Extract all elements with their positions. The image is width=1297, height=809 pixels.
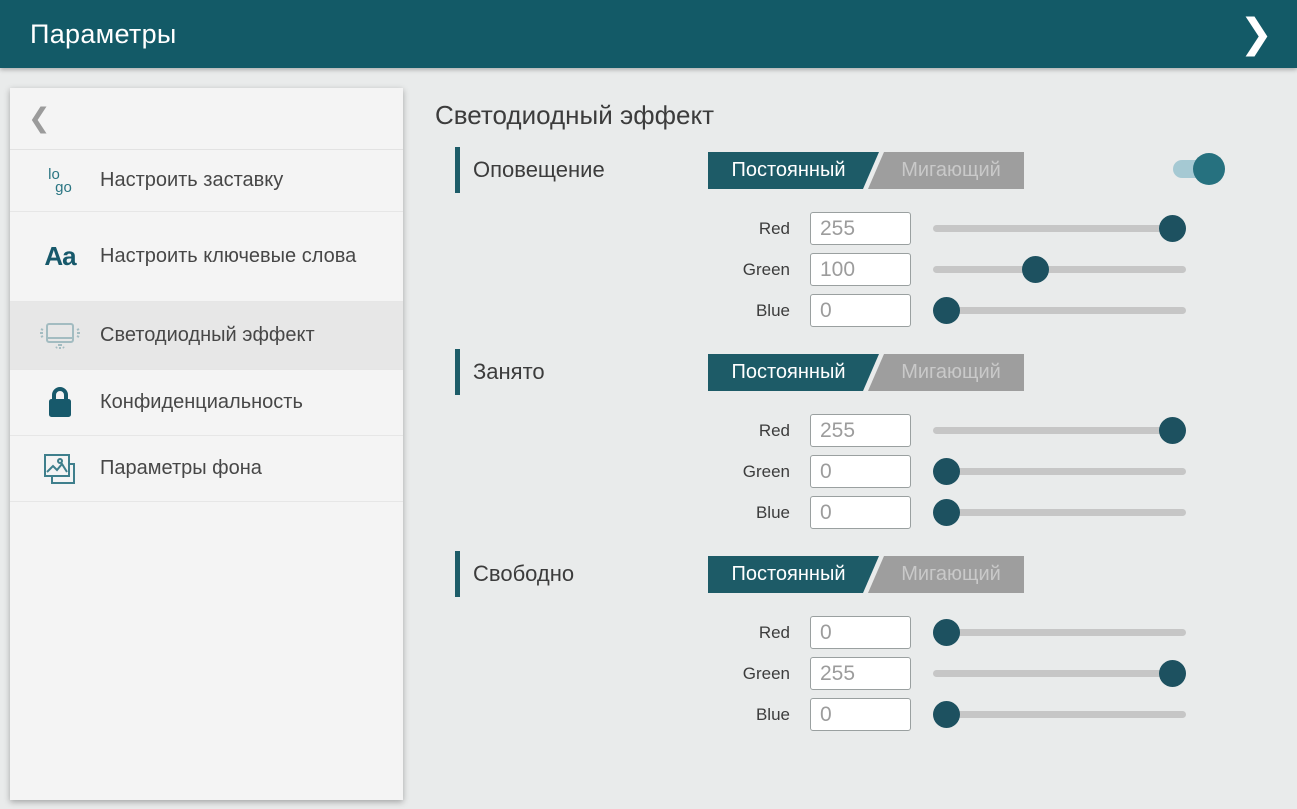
- red-input[interactable]: [810, 212, 911, 245]
- green-label: Green: [435, 260, 790, 280]
- green-row: Green: [435, 657, 1225, 690]
- panel-title: Светодиодный эффект: [435, 100, 1225, 131]
- red-label: Red: [435, 421, 790, 441]
- sidebar-item-keywords[interactable]: Aa Настроить ключевые слова: [10, 212, 403, 302]
- sidebar-item-label: Светодиодный эффект: [100, 322, 315, 349]
- red-slider[interactable]: [933, 215, 1186, 242]
- slider-track: [933, 629, 1186, 636]
- mode-option-constant[interactable]: Постоянный: [708, 152, 879, 189]
- section-accent-bar: [455, 349, 460, 395]
- green-label: Green: [435, 462, 790, 482]
- sidebar-item-label: Параметры фона: [100, 455, 262, 482]
- section-busy: Занято Постоянный Мигающий Red Green: [435, 349, 1225, 529]
- sidebar-back-button[interactable]: ❮: [10, 88, 403, 150]
- green-input[interactable]: [810, 253, 911, 286]
- mode-option-constant[interactable]: Постоянный: [708, 354, 879, 391]
- settings-sidebar: ❮ logo Настроить заставку Aa Настроить к…: [10, 88, 403, 800]
- slider-thumb[interactable]: [933, 458, 960, 485]
- slider-thumb[interactable]: [1159, 215, 1186, 242]
- led-display-icon: [34, 321, 86, 351]
- sidebar-item-privacy[interactable]: Конфиденциальность: [10, 370, 403, 436]
- section-accent-bar: [455, 551, 460, 597]
- blue-input[interactable]: [810, 496, 911, 529]
- green-label: Green: [435, 664, 790, 684]
- section-title: Занято: [473, 359, 545, 385]
- green-input[interactable]: [810, 657, 911, 690]
- slider-track: [933, 225, 1186, 232]
- red-input[interactable]: [810, 414, 911, 447]
- blue-input[interactable]: [810, 294, 911, 327]
- red-label: Red: [435, 219, 790, 239]
- sidebar-item-label: Настроить заставку: [100, 167, 283, 194]
- app-header: Параметры ❯: [0, 0, 1297, 68]
- blue-row: Blue: [435, 698, 1225, 731]
- red-row: Red: [435, 616, 1225, 649]
- sidebar-item-led-effect[interactable]: Светодиодный эффект: [10, 302, 403, 370]
- blue-row: Blue: [435, 496, 1225, 529]
- mode-option-constant[interactable]: Постоянный: [708, 556, 879, 593]
- green-row: Green: [435, 253, 1225, 286]
- red-row: Red: [435, 414, 1225, 447]
- font-aa-icon: Aa: [34, 241, 86, 272]
- section-title: Оповещение: [473, 157, 605, 183]
- slider-thumb[interactable]: [1159, 417, 1186, 444]
- led-effect-panel: Светодиодный эффект Оповещение Постоянны…: [435, 88, 1225, 753]
- red-slider[interactable]: [933, 619, 1186, 646]
- green-row: Green: [435, 455, 1225, 488]
- slider-track: [933, 670, 1186, 677]
- background-images-icon: [34, 452, 86, 486]
- blue-slider[interactable]: [933, 701, 1186, 728]
- blue-label: Blue: [435, 503, 790, 523]
- toggle-thumb: [1193, 153, 1225, 185]
- section-accent-bar: [455, 147, 460, 193]
- green-slider[interactable]: [933, 458, 1186, 485]
- mode-segmented-control: Постоянный Мигающий: [708, 354, 1024, 391]
- red-label: Red: [435, 623, 790, 643]
- slider-track: [933, 509, 1186, 516]
- mode-option-blinking[interactable]: Мигающий: [868, 152, 1024, 189]
- mode-segmented-control: Постоянный Мигающий: [708, 556, 1024, 593]
- sidebar-item-label: Конфиденциальность: [100, 389, 303, 416]
- slider-thumb[interactable]: [1159, 660, 1186, 687]
- red-slider[interactable]: [933, 417, 1186, 444]
- lock-icon: [34, 386, 86, 420]
- blue-slider[interactable]: [933, 297, 1186, 324]
- slider-track: [933, 468, 1186, 475]
- blue-input[interactable]: [810, 698, 911, 731]
- slider-track: [933, 427, 1186, 434]
- sidebar-item-background[interactable]: Параметры фона: [10, 436, 403, 502]
- slider-track: [933, 266, 1186, 273]
- slider-track: [933, 711, 1186, 718]
- blue-label: Blue: [435, 705, 790, 725]
- section-title: Свободно: [473, 561, 574, 587]
- section-free: Свободно Постоянный Мигающий Red Green: [435, 551, 1225, 731]
- slider-thumb[interactable]: [933, 619, 960, 646]
- blue-label: Blue: [435, 301, 790, 321]
- mode-option-blinking[interactable]: Мигающий: [868, 354, 1024, 391]
- sidebar-item-screensaver[interactable]: logo Настроить заставку: [10, 150, 403, 212]
- page-title: Параметры: [30, 19, 177, 50]
- blue-slider[interactable]: [933, 499, 1186, 526]
- slider-thumb[interactable]: [933, 701, 960, 728]
- green-slider[interactable]: [933, 256, 1186, 283]
- slider-thumb[interactable]: [933, 499, 960, 526]
- blue-row: Blue: [435, 294, 1225, 327]
- section-notification: Оповещение Постоянный Мигающий Red Green: [435, 147, 1225, 327]
- slider-thumb[interactable]: [1022, 256, 1049, 283]
- green-slider[interactable]: [933, 660, 1186, 687]
- green-input[interactable]: [810, 455, 911, 488]
- chevron-left-icon: ❮: [28, 103, 51, 134]
- mode-option-blinking[interactable]: Мигающий: [868, 556, 1024, 593]
- slider-thumb[interactable]: [933, 297, 960, 324]
- red-row: Red: [435, 212, 1225, 245]
- mode-segmented-control: Постоянный Мигающий: [708, 152, 1024, 189]
- red-input[interactable]: [810, 616, 911, 649]
- slider-track: [933, 307, 1186, 314]
- notification-toggle[interactable]: [1173, 153, 1225, 185]
- sidebar-item-label: Настроить ключевые слова: [100, 243, 356, 270]
- logo-icon: logo: [34, 168, 86, 194]
- chevron-right-icon[interactable]: ❯: [1233, 0, 1279, 68]
